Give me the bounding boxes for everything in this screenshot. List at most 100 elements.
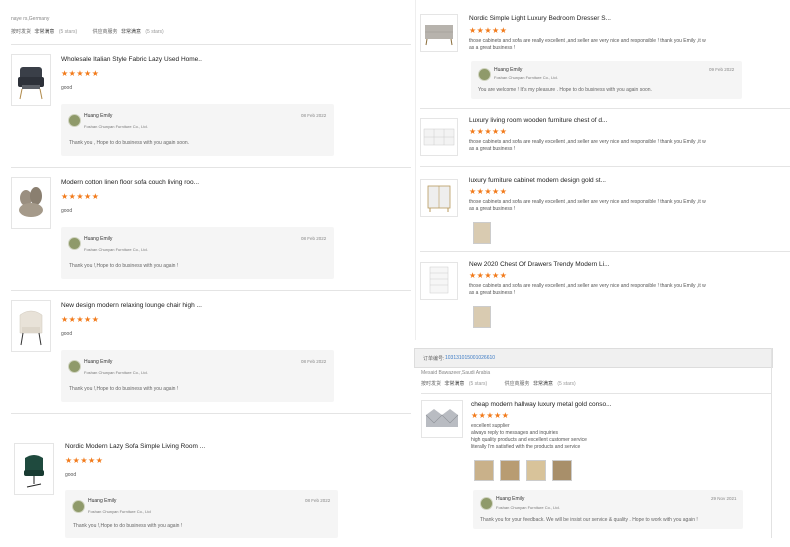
reply-text: You are welcome ! It's my pleasure . Hop… xyxy=(478,87,652,93)
product-thumbnail[interactable] xyxy=(420,179,458,217)
product-thumbnail[interactable] xyxy=(11,54,51,106)
reply-company: Foshan Chunyan Furniture Co., Ltd. xyxy=(494,75,558,80)
review-comment: good xyxy=(61,85,73,91)
order-number-link[interactable]: 103131015001026610 xyxy=(445,355,495,361)
avatar xyxy=(68,360,81,373)
product-title-link[interactable]: cheap modern hallway luxury metal gold c… xyxy=(471,401,612,408)
lazy-sofa-image xyxy=(24,455,44,488)
review-comment: as a great business ! xyxy=(469,290,516,296)
star-rating: ★★★★★ xyxy=(61,192,100,201)
divider xyxy=(421,393,771,394)
review-comment: good xyxy=(65,472,77,478)
review-comment: literally I'm satisfied with the product… xyxy=(471,444,581,450)
rating-label: 按时发货 xyxy=(11,29,32,35)
order-header: 订单编号: 103131015001026610 xyxy=(414,348,773,368)
column-separator xyxy=(415,0,416,340)
reply-date: 08 Feb 2022 xyxy=(301,113,327,118)
avatar xyxy=(480,497,493,510)
product-title-link[interactable]: Modern cotton linen floor sofa couch liv… xyxy=(61,179,199,186)
product-thumbnail[interactable] xyxy=(420,262,458,300)
reply-author: Huang Emily xyxy=(84,113,113,119)
divider xyxy=(11,167,411,168)
reply-company: Foshan Chunyan Furniture Co., Ltd xyxy=(88,509,151,514)
rating-value: 非常满意 xyxy=(444,381,465,387)
review-photo[interactable] xyxy=(500,460,520,481)
star-rating: ★★★★★ xyxy=(469,127,508,136)
review-photo[interactable] xyxy=(473,222,491,244)
lounge-chair-image xyxy=(19,310,43,346)
star-rating: ★★★★★ xyxy=(61,69,100,78)
armchair-image xyxy=(18,67,44,100)
divider xyxy=(11,44,411,45)
drawers-image xyxy=(429,266,449,294)
chest-of-drawers-image xyxy=(423,128,455,146)
avatar xyxy=(478,68,491,81)
review-comment: those cabinets and sofa are really excel… xyxy=(469,283,706,289)
review-photo[interactable] xyxy=(526,460,546,481)
seller-reply: Huang Emily Foshan Chunyan Furniture Co.… xyxy=(61,350,334,402)
star-rating: ★★★★★ xyxy=(469,271,508,280)
product-thumbnail[interactable] xyxy=(420,118,458,156)
seller-reply: Huang Emily Foshan Chunyan Furniture Co.… xyxy=(473,490,743,529)
review-comment: as a great business ! xyxy=(469,45,516,51)
product-title-link[interactable]: Luxury living room wooden furniture ches… xyxy=(469,117,607,124)
reply-company: Foshan Chunyan Furniture Co., Ltd. xyxy=(84,370,148,375)
product-thumbnail[interactable] xyxy=(14,443,54,495)
seller-reply: Huang Emily Foshan Chunyan Furniture Co.… xyxy=(61,227,334,279)
review-comment: as a great business ! xyxy=(469,146,516,152)
product-title-link[interactable]: Nordic Modern Lazy Sofa Simple Living Ro… xyxy=(65,443,205,450)
reply-date: 29 Nov 2021 xyxy=(711,496,737,501)
star-rating: ★★★★★ xyxy=(65,456,104,465)
product-title-link[interactable]: Wholesale Italian Style Fabric Lazy Used… xyxy=(61,56,202,63)
reply-text: Thank you !,Hope to do business with you… xyxy=(69,386,179,392)
rating-stars: (5 stars) xyxy=(468,381,488,387)
product-title-link[interactable]: New 2020 Chest Of Drawers Trendy Modern … xyxy=(469,261,610,268)
review-photo[interactable] xyxy=(552,460,572,481)
gold-cabinet-image xyxy=(427,185,451,212)
seller-reply: Huang Emily Foshan Chunyan Furniture Co.… xyxy=(471,61,742,99)
reply-date: 08 Feb 2022 xyxy=(305,498,331,503)
divider xyxy=(420,166,790,167)
reply-date: 08 Feb 2022 xyxy=(301,236,327,241)
star-rating: ★★★★★ xyxy=(469,187,508,196)
reply-text: Thank you , Hope to do business with you… xyxy=(69,140,190,146)
review-comment: always reply to messages and inquiries xyxy=(471,430,558,436)
review-comment: those cabinets and sofa are really excel… xyxy=(469,38,706,44)
product-thumbnail[interactable] xyxy=(420,14,458,52)
order-label: 订单编号: xyxy=(423,356,445,362)
star-rating: ★★★★★ xyxy=(471,411,510,420)
divider xyxy=(11,290,411,291)
review-comment: excellent supplier xyxy=(471,423,510,429)
rating-label: 供应商服务 xyxy=(92,29,118,35)
seller-reply: Huang Emily Foshan Chunyan Furniture Co.… xyxy=(65,490,338,538)
rating-summary: 按时发货 非常满意 (5 stars) 供应商服务 非常满意 (5 stars) xyxy=(421,380,576,387)
console-table-image xyxy=(425,409,459,427)
product-title-link[interactable]: luxury furniture cabinet modern design g… xyxy=(469,177,606,184)
avatar xyxy=(72,500,85,513)
product-title-link[interactable]: New design modern relaxing lounge chair … xyxy=(61,302,202,309)
review-photo[interactable] xyxy=(473,306,491,328)
rating-value: 非常满意 xyxy=(120,29,141,35)
buyer-name: Mesaid Bawazeer,Saudi Arabia xyxy=(421,370,491,376)
review-comment: those cabinets and sofa are really excel… xyxy=(469,139,706,145)
reply-author: Huang Emily xyxy=(84,359,113,365)
product-thumbnail[interactable] xyxy=(11,177,51,229)
reply-company: Foshan Chunyan Furniture Co., Ltd. xyxy=(84,247,148,252)
product-thumbnail[interactable] xyxy=(421,400,463,438)
review-comment: good xyxy=(61,331,73,337)
divider xyxy=(420,108,790,109)
dresser-image xyxy=(425,25,453,46)
review-comment: good xyxy=(61,208,73,214)
product-thumbnail[interactable] xyxy=(11,300,51,352)
rating-label: 按时发货 xyxy=(421,381,442,387)
divider xyxy=(11,413,411,414)
product-title-link[interactable]: Nordic Simple Light Luxury Bedroom Dress… xyxy=(469,15,611,22)
floor-sofa-image xyxy=(19,187,43,217)
review-photo[interactable] xyxy=(474,460,494,481)
reply-text: Thank you !,Hope to do business with you… xyxy=(73,523,183,529)
reply-date: 09 Feb 2022 xyxy=(709,67,735,72)
rating-label: 供应商服务 xyxy=(504,381,530,387)
reply-author: Huang Emily xyxy=(496,496,525,502)
reply-company: Foshan Chunyan Furniture Co., Ltd. xyxy=(496,505,560,510)
star-rating: ★★★★★ xyxy=(61,315,100,324)
